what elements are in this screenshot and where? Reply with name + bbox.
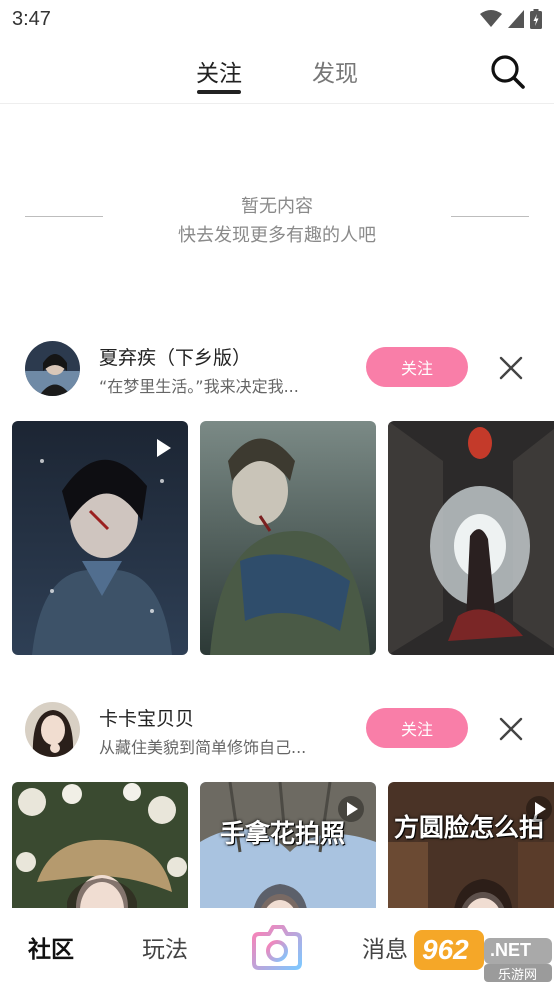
dismiss-button[interactable]: [498, 355, 524, 381]
wifi-icon: [480, 10, 502, 27]
recommended-user-card: 卡卡宝贝贝 从藏住美貌到简单修饰自己... 关注 手拿花拍照 方圆脸怎么拍: [0, 700, 554, 984]
thumbnail-caption: 方圆脸怎么拍: [394, 813, 545, 842]
empty-state: 暂无内容 快去发现更多有趣的人吧: [0, 186, 554, 256]
bottom-nav-community[interactable]: 社区: [28, 930, 74, 964]
follow-button[interactable]: 关注: [366, 347, 468, 387]
video-play-icon: [338, 796, 364, 822]
recommended-user-card: 夏弃疾（下乡版） “在梦里生活。”我来决定我... 关注: [0, 339, 554, 655]
search-button[interactable]: [490, 54, 526, 90]
dismiss-button[interactable]: [498, 716, 524, 742]
recommended-user-header: 卡卡宝贝贝 从藏住美貌到简单修饰自己... 关注: [0, 700, 554, 760]
post-thumbnail[interactable]: [200, 421, 376, 655]
camera-button[interactable]: [251, 922, 303, 972]
status-time: 3:47: [12, 7, 51, 30]
status-icons: [480, 9, 542, 29]
close-icon: [499, 356, 523, 380]
bottom-nav-messages[interactable]: 消息: [362, 930, 408, 964]
watermark-number: 962: [422, 934, 469, 965]
tab-discover[interactable]: 发现: [312, 54, 358, 88]
thumbnail-caption: 手拿花拍照: [220, 819, 346, 848]
top-nav: 关注 发现: [0, 38, 554, 104]
recommended-user-header: 夏弃疾（下乡版） “在梦里生活。”我来决定我... 关注: [0, 339, 554, 399]
status-bar: 3:47: [0, 0, 554, 38]
cellular-signal-icon: [508, 10, 524, 28]
recommended-user-name[interactable]: 夏弃疾（下乡版）: [99, 343, 251, 370]
camera-icon: [252, 925, 302, 970]
recommended-user-name[interactable]: 卡卡宝贝贝: [99, 704, 194, 731]
site-watermark: 962 .NET 乐游网: [412, 924, 554, 984]
close-icon: [499, 717, 523, 741]
recommended-user-description: “在梦里生活。”我来决定我...: [99, 377, 299, 396]
divider: [451, 216, 529, 217]
watermark-site: 乐游网: [498, 968, 538, 983]
empty-state-subtitle: 快去发现更多有趣的人吧: [178, 225, 376, 246]
avatar[interactable]: [25, 702, 80, 757]
bottom-nav-play[interactable]: 玩法: [142, 930, 188, 964]
search-icon: [491, 55, 525, 89]
watermark-suffix: .NET: [490, 940, 532, 960]
empty-state-title: 暂无内容: [241, 196, 313, 217]
active-tab-indicator: [197, 90, 241, 94]
follow-button[interactable]: 关注: [366, 708, 468, 748]
avatar[interactable]: [25, 341, 80, 396]
tab-following[interactable]: 关注: [196, 54, 242, 88]
thumbnail-row: [0, 421, 554, 655]
video-play-icon: [526, 796, 552, 822]
post-thumbnail[interactable]: [12, 421, 188, 655]
battery-icon: [530, 9, 542, 29]
video-play-icon: [157, 439, 171, 457]
recommended-user-description: 从藏住美貌到简单修饰自己...: [99, 738, 307, 757]
post-thumbnail[interactable]: [388, 421, 554, 655]
